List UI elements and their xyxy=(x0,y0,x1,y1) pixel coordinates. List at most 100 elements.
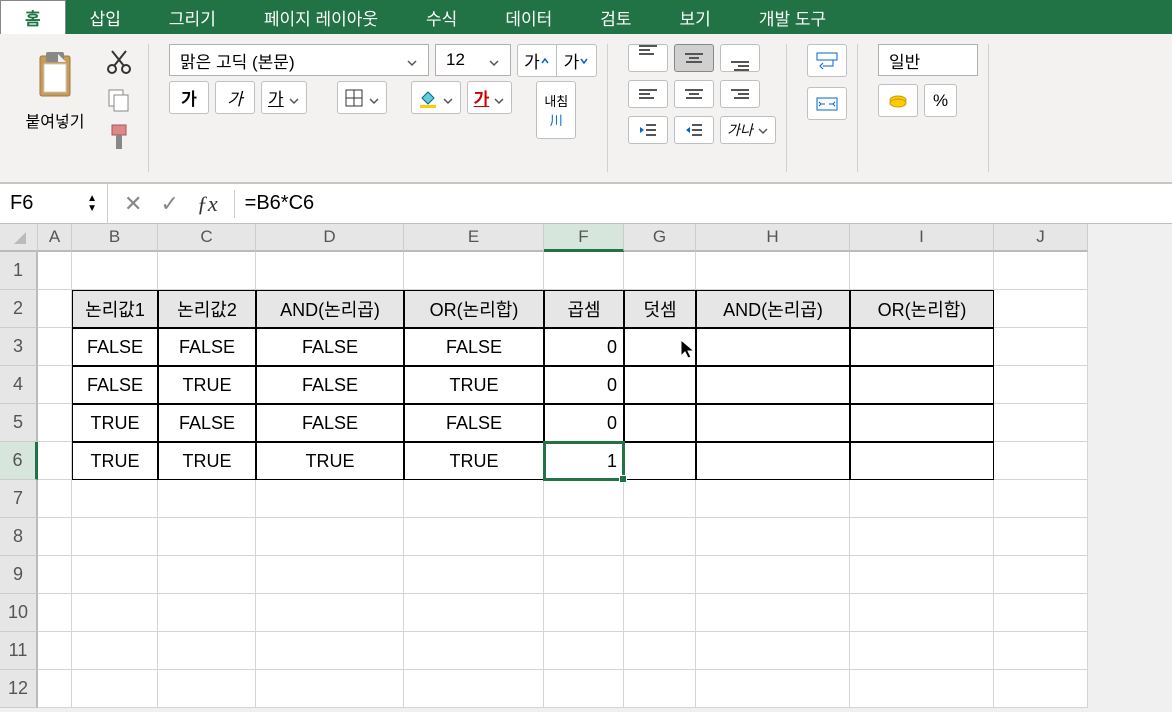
cell-F9[interactable] xyxy=(544,556,624,594)
cell-J4[interactable] xyxy=(994,366,1088,404)
col-header-A[interactable]: A xyxy=(38,224,72,252)
cell-I11[interactable] xyxy=(850,632,994,670)
fx-button[interactable]: ƒx xyxy=(197,191,218,217)
cell-E11[interactable] xyxy=(404,632,544,670)
cell-F4[interactable]: 0 xyxy=(544,366,624,404)
cell-E2[interactable]: OR(논리합) xyxy=(404,290,544,328)
cell-I4[interactable] xyxy=(850,366,994,404)
merge-button[interactable] xyxy=(807,87,847,120)
row-header-2[interactable]: 2 xyxy=(0,290,38,328)
cell-I9[interactable] xyxy=(850,556,994,594)
cell-D8[interactable] xyxy=(256,518,404,556)
tab-home[interactable]: 홈 xyxy=(0,0,66,34)
cell-H2[interactable]: AND(논리곱) xyxy=(696,290,850,328)
fill-handle[interactable] xyxy=(619,475,627,483)
cell-J10[interactable] xyxy=(994,594,1088,632)
orientation-button[interactable]: 가나 xyxy=(720,116,776,144)
font-size-select[interactable]: 12 xyxy=(435,44,511,76)
row-header-3[interactable]: 3 xyxy=(0,328,38,366)
paste-button[interactable] xyxy=(31,44,79,104)
cell-E3[interactable]: FALSE xyxy=(404,328,544,366)
cell-D9[interactable] xyxy=(256,556,404,594)
cell-H12[interactable] xyxy=(696,670,850,708)
cell-G2[interactable]: 덧셈 xyxy=(624,290,696,328)
cell-B6[interactable]: TRUE xyxy=(72,442,158,480)
cell-C8[interactable] xyxy=(158,518,256,556)
cell-F7[interactable] xyxy=(544,480,624,518)
tab-data[interactable]: 데이터 xyxy=(481,0,576,34)
cell-D11[interactable] xyxy=(256,632,404,670)
align-bottom-button[interactable] xyxy=(720,44,760,72)
row-header-6[interactable]: 6 xyxy=(0,442,38,480)
cell-C6[interactable]: TRUE xyxy=(158,442,256,480)
cell-D6[interactable]: TRUE xyxy=(256,442,404,480)
tab-pagelayout[interactable]: 페이지 레이아웃 xyxy=(240,0,402,34)
cancel-formula-button[interactable]: ✕ xyxy=(124,191,142,217)
cell-B8[interactable] xyxy=(72,518,158,556)
cell-H5[interactable] xyxy=(696,404,850,442)
row-header-12[interactable]: 12 xyxy=(0,670,38,708)
copy-button[interactable] xyxy=(104,86,134,114)
col-header-D[interactable]: D xyxy=(256,224,404,252)
cell-G1[interactable] xyxy=(624,252,696,290)
cell-C5[interactable]: FALSE xyxy=(158,404,256,442)
accept-formula-button[interactable]: ✓ xyxy=(160,191,178,217)
cell-G12[interactable] xyxy=(624,670,696,708)
tab-formulas[interactable]: 수식 xyxy=(402,0,481,34)
cell-E12[interactable] xyxy=(404,670,544,708)
cell-D7[interactable] xyxy=(256,480,404,518)
cell-B5[interactable]: TRUE xyxy=(72,404,158,442)
cell-I7[interactable] xyxy=(850,480,994,518)
cell-F8[interactable] xyxy=(544,518,624,556)
cell-J3[interactable] xyxy=(994,328,1088,366)
wrap-text-button[interactable]: 내침川 xyxy=(536,81,576,139)
cell-C9[interactable] xyxy=(158,556,256,594)
cell-C2[interactable]: 논리값2 xyxy=(158,290,256,328)
name-box-spinner[interactable]: ▲▼ xyxy=(87,194,97,214)
align-center-button[interactable] xyxy=(674,80,714,108)
cell-E5[interactable]: FALSE xyxy=(404,404,544,442)
wrap-text-icon-button[interactable] xyxy=(807,44,847,77)
cell-I8[interactable] xyxy=(850,518,994,556)
cell-E9[interactable] xyxy=(404,556,544,594)
cell-H11[interactable] xyxy=(696,632,850,670)
cell-C7[interactable] xyxy=(158,480,256,518)
row-header-1[interactable]: 1 xyxy=(0,252,38,290)
col-header-E[interactable]: E xyxy=(404,224,544,252)
cell-E4[interactable]: TRUE xyxy=(404,366,544,404)
cell-H10[interactable] xyxy=(696,594,850,632)
cell-G5[interactable] xyxy=(624,404,696,442)
cell-D2[interactable]: AND(논리곱) xyxy=(256,290,404,328)
cell-B2[interactable]: 논리값1 xyxy=(72,290,158,328)
cell-F2[interactable]: 곱셈 xyxy=(544,290,624,328)
bold-button[interactable]: 가 xyxy=(169,81,209,114)
row-header-9[interactable]: 9 xyxy=(0,556,38,594)
cell-D5[interactable]: FALSE xyxy=(256,404,404,442)
select-all-corner[interactable] xyxy=(0,224,38,252)
cell-G9[interactable] xyxy=(624,556,696,594)
cell-I2[interactable]: OR(논리합) xyxy=(850,290,994,328)
cell-E6[interactable]: TRUE xyxy=(404,442,544,480)
cell-F1[interactable] xyxy=(544,252,624,290)
name-box[interactable]: F6 ▲▼ xyxy=(0,184,108,224)
cell-D4[interactable]: FALSE xyxy=(256,366,404,404)
cell-I10[interactable] xyxy=(850,594,994,632)
cell-F5[interactable]: 0 xyxy=(544,404,624,442)
cell-H7[interactable] xyxy=(696,480,850,518)
cell-G4[interactable] xyxy=(624,366,696,404)
cell-I5[interactable] xyxy=(850,404,994,442)
col-header-B[interactable]: B xyxy=(72,224,158,252)
cell-C3[interactable]: FALSE xyxy=(158,328,256,366)
cell-G7[interactable] xyxy=(624,480,696,518)
cell-A12[interactable] xyxy=(38,670,72,708)
cell-E1[interactable] xyxy=(404,252,544,290)
cell-A6[interactable] xyxy=(38,442,72,480)
cell-G6[interactable] xyxy=(624,442,696,480)
col-header-J[interactable]: J xyxy=(994,224,1088,252)
cell-D10[interactable] xyxy=(256,594,404,632)
cell-I1[interactable] xyxy=(850,252,994,290)
col-header-H[interactable]: H xyxy=(696,224,850,252)
cell-B4[interactable]: FALSE xyxy=(72,366,158,404)
row-header-7[interactable]: 7 xyxy=(0,480,38,518)
cell-C11[interactable] xyxy=(158,632,256,670)
